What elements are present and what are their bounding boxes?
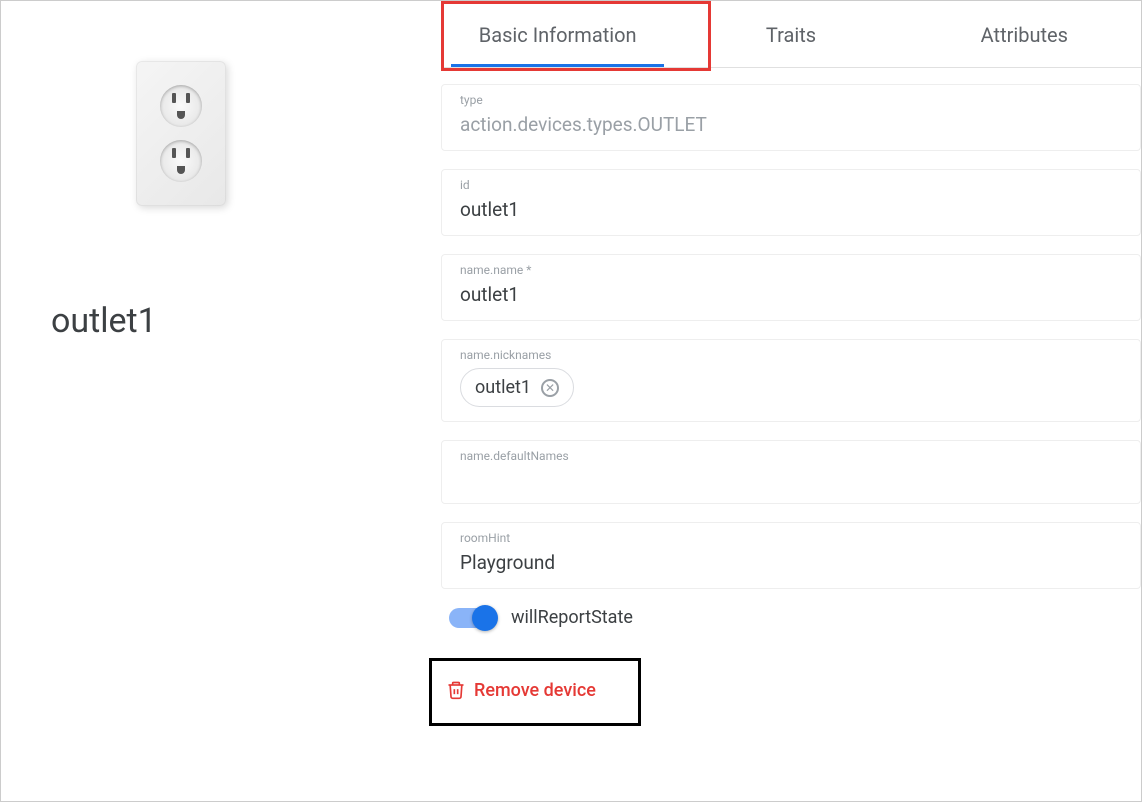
field-default-names-label: name.defaultNames bbox=[460, 449, 1122, 463]
field-type-value: action.devices.types.OUTLET bbox=[460, 113, 1122, 136]
field-type: type action.devices.types.OUTLET bbox=[441, 84, 1141, 151]
remove-device-button[interactable]: Remove device bbox=[446, 679, 596, 701]
field-room-hint[interactable]: roomHint bbox=[441, 522, 1141, 589]
outlet-icon bbox=[136, 61, 226, 206]
basic-info-form: type action.devices.types.OUTLET id outl… bbox=[441, 68, 1141, 726]
will-report-state-label: willReportState bbox=[511, 607, 633, 628]
tab-attributes[interactable]: Attributes bbox=[908, 1, 1141, 67]
name-name-input[interactable] bbox=[460, 283, 1122, 306]
field-id-label: id bbox=[460, 178, 1122, 192]
socket-bottom bbox=[160, 140, 202, 182]
remove-device-highlight: Remove device bbox=[429, 658, 641, 726]
trash-icon bbox=[446, 679, 466, 701]
nickname-chip: outlet1 ✕ bbox=[460, 368, 574, 407]
field-default-names[interactable]: name.defaultNames bbox=[441, 440, 1141, 504]
room-hint-input[interactable] bbox=[460, 551, 1122, 574]
field-type-label: type bbox=[460, 93, 1122, 107]
tabs-bar: Basic Information Traits Attributes bbox=[441, 1, 1141, 68]
field-nicknames[interactable]: name.nicknames outlet1 ✕ bbox=[441, 339, 1141, 422]
nickname-chip-label: outlet1 bbox=[475, 377, 531, 398]
will-report-state-row: willReportState bbox=[449, 607, 1141, 628]
field-room-hint-label: roomHint bbox=[460, 531, 1122, 545]
field-name-name-label: name.name * bbox=[460, 263, 1122, 277]
close-icon[interactable]: ✕ bbox=[541, 379, 559, 397]
tab-traits[interactable]: Traits bbox=[674, 1, 907, 67]
device-title: outlet1 bbox=[51, 301, 157, 341]
field-nicknames-label: name.nicknames bbox=[460, 348, 1122, 362]
field-id: id outlet1 bbox=[441, 169, 1141, 236]
field-name-name[interactable]: name.name * bbox=[441, 254, 1141, 321]
tab-basic-information[interactable]: Basic Information bbox=[441, 1, 674, 67]
field-id-value: outlet1 bbox=[460, 198, 1122, 221]
default-names-value[interactable] bbox=[460, 469, 1122, 489]
main-panel: Basic Information Traits Attributes type… bbox=[441, 1, 1141, 801]
will-report-state-toggle[interactable] bbox=[449, 608, 495, 628]
device-sidebar: outlet1 bbox=[1, 1, 441, 801]
socket-top bbox=[160, 85, 202, 127]
remove-device-label: Remove device bbox=[474, 680, 596, 701]
